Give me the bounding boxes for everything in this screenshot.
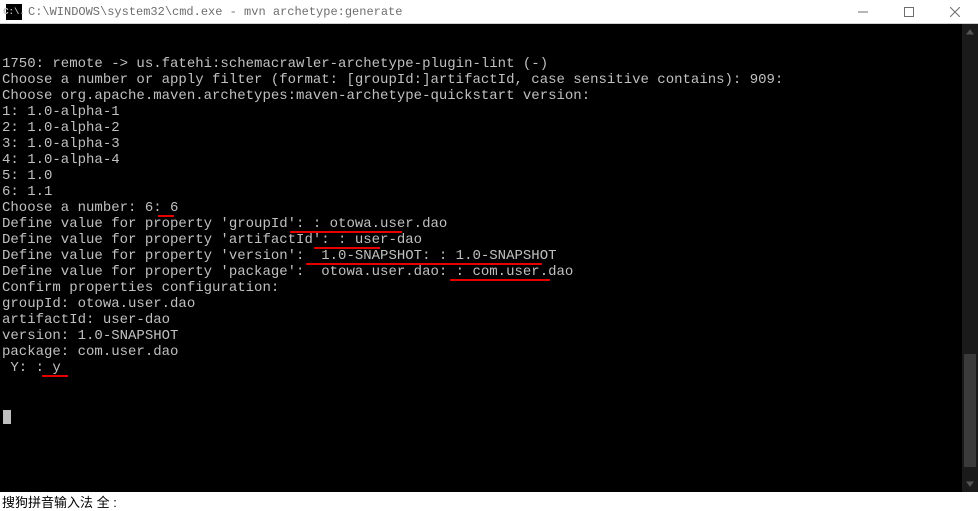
terminal-line: groupId: otowa.user.dao (2, 296, 976, 312)
terminal-line: Choose a number or apply filter (format:… (2, 72, 976, 88)
scroll-up-button[interactable] (962, 24, 978, 40)
vertical-scrollbar[interactable] (962, 24, 978, 492)
terminal-line: 3: 1.0-alpha-3 (2, 136, 976, 152)
cmd-icon: C:\. (6, 4, 22, 20)
terminal-line: artifactId: user-dao (2, 312, 976, 328)
scrollbar-thumb[interactable] (964, 354, 976, 467)
terminal-line: version: 1.0-SNAPSHOT (2, 328, 976, 344)
terminal-line: 1: 1.0-alpha-1 (2, 104, 976, 120)
ime-status-bar: 搜狗拼音输入法 全 : (0, 492, 978, 511)
minimize-button[interactable] (840, 0, 886, 24)
highlight-underline (42, 375, 68, 377)
terminal-line: Choose org.apache.maven.archetypes:maven… (2, 88, 976, 104)
terminal-line: 2: 1.0-alpha-2 (2, 120, 976, 136)
terminal-line: Define value for property 'version': 1.0… (2, 248, 976, 264)
terminal-line: 5: 1.0 (2, 168, 976, 184)
close-button[interactable] (932, 0, 978, 24)
maximize-button[interactable] (886, 0, 932, 24)
text-cursor (3, 410, 11, 424)
window-title: C:\WINDOWS\system32\cmd.exe - mvn archet… (28, 5, 402, 19)
terminal-output[interactable]: 1750: remote -> us.fatehi:schemacrawler-… (0, 24, 978, 492)
terminal-line: Choose a number: 6: 6 (2, 200, 976, 216)
window-titlebar: C:\. C:\WINDOWS\system32\cmd.exe - mvn a… (0, 0, 978, 24)
terminal-line: Define value for property 'package': oto… (2, 264, 976, 280)
terminal-line: Y: : y (2, 360, 976, 376)
terminal-line: 6: 1.1 (2, 184, 976, 200)
terminal-line: Define value for property 'artifactId': … (2, 232, 976, 248)
terminal-line: package: com.user.dao (2, 344, 976, 360)
scrollbar-track[interactable] (962, 40, 978, 476)
terminal-line: 1750: remote -> us.fatehi:schemacrawler-… (2, 56, 976, 72)
terminal-line: 4: 1.0-alpha-4 (2, 152, 976, 168)
terminal-line: Confirm properties configuration: (2, 280, 976, 296)
ime-text: 搜狗拼音输入法 全 : (2, 492, 117, 511)
scroll-down-button[interactable] (962, 476, 978, 492)
terminal-line: Define value for property 'groupId': : o… (2, 216, 976, 232)
